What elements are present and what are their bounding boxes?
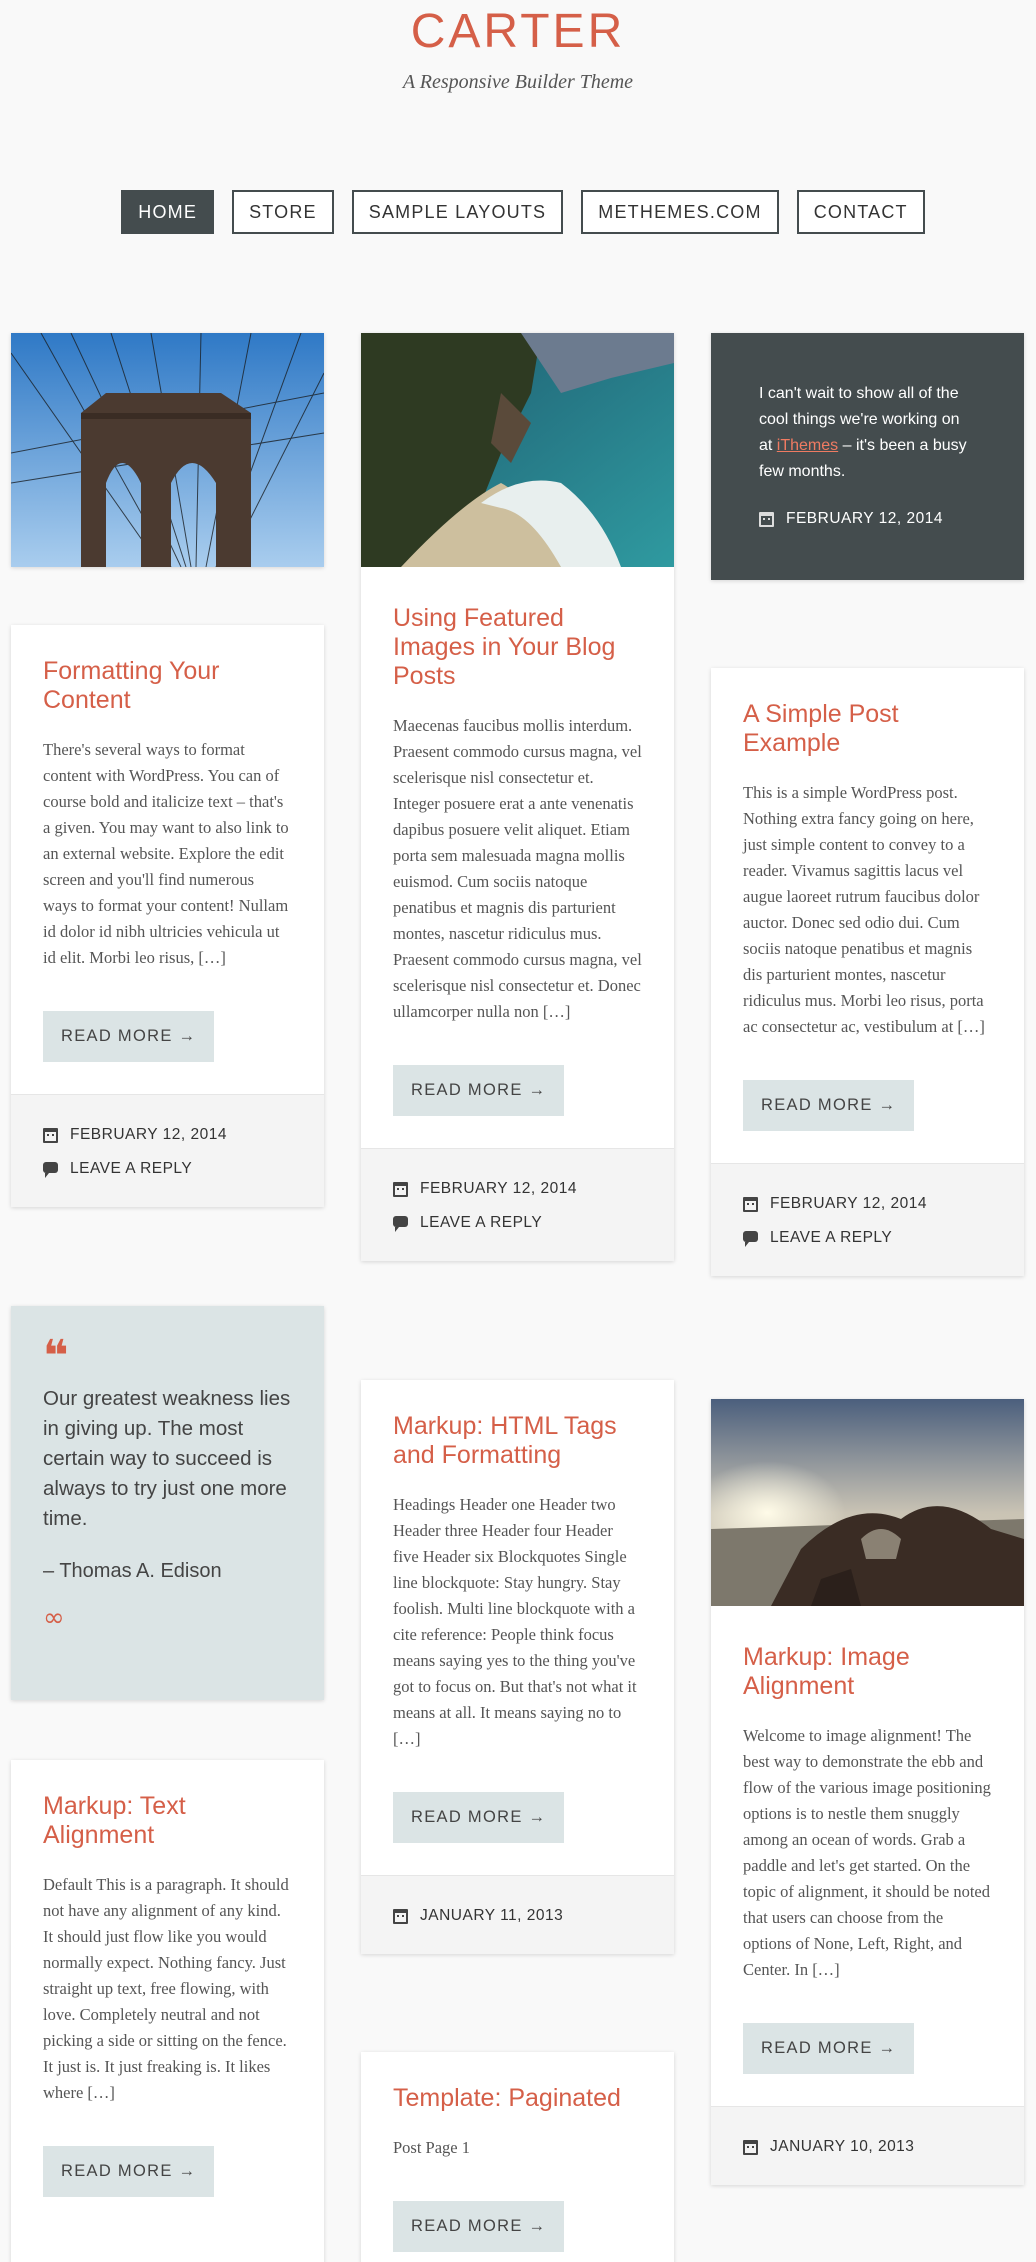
post-meta: FEBRUARY 12, 2014 LEAVE A REPLY — [361, 1148, 674, 1261]
calendar-icon — [43, 1127, 58, 1143]
read-more-button[interactable]: READ MORE → — [43, 1011, 215, 1062]
site-tagline: A Responsive Builder Theme — [402, 71, 634, 93]
post-aside: I can't wait to show all of the cool thi… — [711, 333, 1024, 580]
post-excerpt: Headings Header one Header two Header th… — [393, 1495, 637, 1748]
post-title[interactable]: Template: Paginated — [393, 2084, 642, 2113]
post-date[interactable]: JANUARY 10, 2013 — [770, 2138, 914, 2156]
leave-reply-link[interactable]: LEAVE A REPLY — [70, 1160, 192, 1178]
post-meta: JANUARY 10, 2013 — [711, 2106, 1024, 2185]
ithemes-link[interactable]: iThemes — [777, 437, 838, 454]
post-a-simple-post-example: A Simple Post Example This is a simple W… — [711, 668, 1024, 1276]
calendar-icon — [743, 1196, 758, 1212]
post-using-featured-images: Using Featured Images in Your Blog Posts… — [361, 333, 674, 1261]
calendar-icon — [393, 1181, 408, 1197]
comment-icon — [743, 1231, 758, 1247]
post-date[interactable]: FEBRUARY 12, 2014 — [420, 1180, 577, 1198]
quote-text: Our greatest weakness lies in giving up.… — [43, 1387, 291, 1530]
post-title[interactable]: Markup: Text Alignment — [43, 1792, 292, 1850]
post-markup-html-tags: Markup: HTML Tags and Formatting Heading… — [361, 1380, 674, 1954]
nav-item-home[interactable]: HOME — [121, 190, 215, 234]
read-more-button[interactable]: READ MORE → — [43, 2146, 215, 2197]
post-excerpt: Post Page 1 — [393, 2138, 471, 2157]
post-quote: ❝ Our greatest weakness lies in giving u… — [11, 1306, 324, 1700]
post-excerpt: Welcome to image alignment! The best way… — [743, 1726, 991, 1979]
site-title[interactable]: CARTER — [0, 4, 1036, 59]
post-formatting-your-content: Formatting Your Content There's several … — [11, 625, 324, 1207]
leave-reply-link[interactable]: LEAVE A REPLY — [770, 1229, 892, 1247]
bridge-photo — [10, 332, 325, 568]
comment-icon — [393, 1216, 408, 1232]
aside-text: I can't wait to show all of the cool thi… — [759, 381, 976, 485]
quote-icon: ❝ — [43, 1331, 69, 1382]
comment-icon — [43, 1162, 58, 1178]
main-navigation: HOME STORE SAMPLE LAYOUTS METHEMES.COM C… — [0, 190, 1036, 234]
post-markup-image-alignment: Markup: Image Alignment Welcome to image… — [711, 1399, 1024, 2185]
post-markup-text-alignment: Markup: Text Alignment Default This is a… — [11, 1760, 324, 2262]
read-more-button[interactable]: READ MORE → — [393, 2201, 565, 2252]
post-title[interactable]: Markup: Image Alignment — [743, 1643, 992, 1701]
read-more-button[interactable]: READ MORE → — [743, 1080, 915, 1131]
read-more-button[interactable]: READ MORE → — [393, 1065, 565, 1116]
featured-image-bridge[interactable] — [10, 332, 325, 568]
calendar-icon — [393, 1908, 408, 1924]
post-title[interactable]: Using Featured Images in Your Blog Posts — [393, 604, 642, 691]
leave-reply-link[interactable]: LEAVE A REPLY — [420, 1214, 542, 1232]
read-more-button[interactable]: READ MORE → — [743, 2023, 915, 2074]
post-date[interactable]: FEBRUARY 12, 2014 — [770, 1195, 927, 1213]
post-date[interactable]: JANUARY 11, 2013 — [420, 1907, 563, 1925]
quote-cite: – Thomas A. Edison — [43, 1560, 222, 1582]
post-excerpt: This is a simple WordPress post. Nothing… — [743, 783, 985, 1036]
calendar-icon — [759, 511, 774, 527]
nav-item-store[interactable]: STORE — [232, 190, 334, 234]
post-excerpt: Default This is a paragraph. It should n… — [43, 1875, 289, 2102]
site-header: CARTER A Responsive Builder Theme HOME S… — [0, 0, 1036, 300]
permalink-icon[interactable]: ∞ — [43, 1603, 292, 1633]
read-more-button[interactable]: READ MORE → — [393, 1792, 565, 1843]
cove-photo[interactable] — [361, 333, 674, 567]
post-excerpt: Maecenas faucibus mollis interdum. Praes… — [393, 716, 642, 1021]
post-meta: FEBRUARY 12, 2014 LEAVE A REPLY — [711, 1163, 1024, 1276]
sunset-coast-photo[interactable] — [711, 1399, 1024, 1606]
calendar-icon — [743, 2139, 758, 2155]
post-template-paginated: Template: Paginated Post Page 1 READ MOR… — [361, 2052, 674, 2262]
post-meta: FEBRUARY 12, 2014 LEAVE A REPLY — [11, 1094, 324, 1207]
post-date[interactable]: FEBRUARY 12, 2014 — [70, 1126, 227, 1144]
nav-item-methemes[interactable]: METHEMES.COM — [581, 190, 779, 234]
nav-item-contact[interactable]: CONTACT — [796, 190, 925, 234]
post-excerpt: There's several ways to format content w… — [43, 740, 289, 967]
nav-item-sample-layouts[interactable]: SAMPLE LAYOUTS — [351, 190, 564, 234]
post-title[interactable]: Markup: HTML Tags and Formatting — [393, 1412, 642, 1470]
post-date[interactable]: FEBRUARY 12, 2014 — [786, 510, 943, 528]
post-meta: JANUARY 11, 2013 — [361, 1875, 674, 1954]
post-title[interactable]: A Simple Post Example — [743, 700, 992, 758]
post-title[interactable]: Formatting Your Content — [43, 657, 292, 715]
